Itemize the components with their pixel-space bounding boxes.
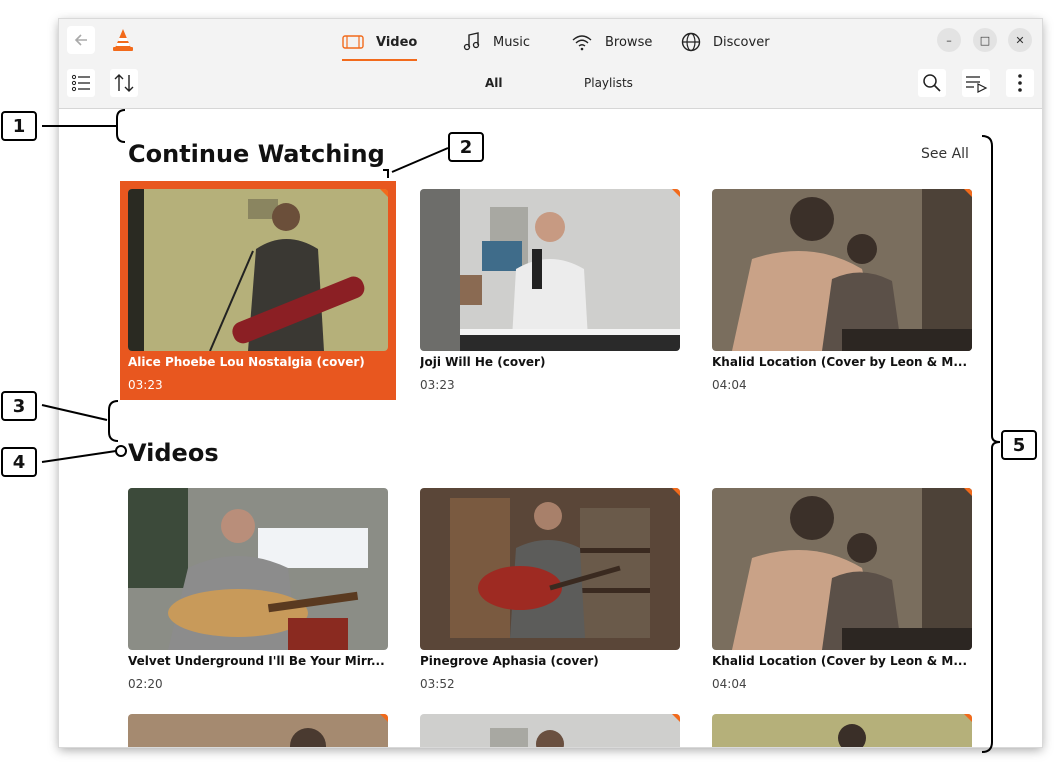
close-button[interactable]: ✕ bbox=[1008, 28, 1032, 52]
continue-watching-card[interactable]: Khalid Location (Cover by Leon & M... 04… bbox=[712, 189, 972, 399]
video-thumbnail[interactable] bbox=[128, 488, 388, 650]
video-thumbnail[interactable] bbox=[420, 488, 680, 650]
see-all-link[interactable]: See All bbox=[921, 146, 969, 162]
callout-3: 3 bbox=[1, 391, 37, 421]
tab-music[interactable]: Music bbox=[463, 25, 530, 59]
sort-button[interactable] bbox=[110, 69, 138, 97]
video-duration: 04:04 bbox=[712, 677, 747, 691]
video-card[interactable]: Velvet Underground I'll Be Your Mirr... … bbox=[128, 488, 388, 698]
back-arrow-icon bbox=[74, 34, 87, 46]
new-indicator bbox=[964, 488, 972, 496]
video-duration: 03:52 bbox=[420, 677, 455, 691]
videos-section-title: Videos bbox=[128, 439, 219, 467]
search-button[interactable] bbox=[918, 69, 946, 97]
callout-1: 1 bbox=[1, 111, 37, 141]
new-indicator bbox=[672, 488, 680, 496]
continue-watching-card[interactable]: Joji Will He (cover) 03:23 bbox=[420, 189, 680, 399]
music-note-icon bbox=[463, 32, 480, 51]
minimize-button[interactable]: – bbox=[937, 28, 961, 52]
close-icon: ✕ bbox=[1015, 33, 1025, 47]
subtab-playlists[interactable]: Playlists bbox=[584, 76, 633, 90]
video-thumbnail[interactable] bbox=[712, 189, 972, 351]
callout-4: 4 bbox=[1, 447, 37, 477]
tab-browse-label: Browse bbox=[605, 34, 653, 50]
film-icon bbox=[342, 35, 364, 49]
video-thumbnail[interactable] bbox=[128, 189, 388, 351]
maximize-icon: □ bbox=[979, 33, 991, 47]
video-duration: 04:04 bbox=[712, 378, 747, 392]
continue-watching-title: Continue Watching bbox=[128, 140, 385, 168]
new-indicator bbox=[964, 714, 972, 722]
wifi-icon bbox=[572, 35, 592, 51]
video-title: Joji Will He (cover) bbox=[420, 355, 546, 369]
playqueue-icon bbox=[966, 76, 988, 93]
video-card[interactable]: Pinegrove Aphasia (cover) 03:52 bbox=[420, 488, 680, 698]
tab-discover-label: Discover bbox=[713, 34, 770, 50]
vlc-window: Video Music Browse Discover – □ ✕ All Pl… bbox=[59, 19, 1042, 747]
sort-icon bbox=[114, 74, 134, 92]
top-bar: Video Music Browse Discover – □ ✕ All Pl… bbox=[59, 19, 1042, 109]
more-menu-button[interactable] bbox=[1006, 69, 1034, 97]
video-duration: 03:23 bbox=[420, 378, 455, 392]
video-duration: 03:23 bbox=[128, 378, 163, 392]
main-content: Continue Watching See All Alice Phoebe L… bbox=[59, 109, 1042, 747]
callout-2: 2 bbox=[448, 132, 484, 162]
list-view-icon bbox=[71, 74, 90, 92]
search-icon bbox=[923, 74, 941, 92]
video-thumbnail[interactable] bbox=[128, 714, 388, 747]
list-view-button[interactable] bbox=[67, 69, 95, 97]
subtab-all[interactable]: All bbox=[485, 76, 503, 90]
video-thumbnail[interactable] bbox=[420, 189, 680, 351]
maximize-button[interactable]: □ bbox=[973, 28, 997, 52]
new-indicator bbox=[672, 714, 680, 722]
new-indicator bbox=[964, 189, 972, 197]
video-title: Khalid Location (Cover by Leon & M... bbox=[712, 654, 968, 668]
new-indicator bbox=[380, 714, 388, 722]
back-button[interactable] bbox=[67, 26, 95, 54]
video-title: Khalid Location (Cover by Leon & M... bbox=[712, 355, 968, 369]
minimize-icon: – bbox=[946, 33, 952, 47]
new-indicator bbox=[672, 189, 680, 197]
tab-discover[interactable]: Discover bbox=[681, 25, 770, 59]
kebab-menu-icon bbox=[1018, 74, 1022, 92]
video-thumbnail[interactable] bbox=[712, 714, 972, 747]
globe-icon bbox=[681, 32, 701, 52]
video-duration: 02:20 bbox=[128, 677, 163, 691]
callout-5: 5 bbox=[1001, 430, 1037, 460]
tab-video[interactable]: Video bbox=[342, 25, 418, 61]
playqueue-button[interactable] bbox=[962, 69, 990, 97]
video-title: Velvet Underground I'll Be Your Mirr... bbox=[128, 654, 385, 668]
tab-video-label: Video bbox=[376, 34, 418, 50]
video-title: Alice Phoebe Lou Nostalgia (cover) bbox=[128, 355, 365, 369]
video-thumbnail[interactable] bbox=[420, 714, 680, 747]
continue-watching-card[interactable]: Alice Phoebe Lou Nostalgia (cover) 03:23 bbox=[120, 181, 396, 400]
video-thumbnail[interactable] bbox=[712, 488, 972, 650]
video-card[interactable]: Khalid Location (Cover by Leon & M... 04… bbox=[712, 488, 972, 698]
video-title: Pinegrove Aphasia (cover) bbox=[420, 654, 599, 668]
tab-browse[interactable]: Browse bbox=[571, 25, 652, 59]
new-indicator bbox=[380, 189, 388, 197]
vlc-cone-icon bbox=[113, 29, 133, 51]
active-tab-indicator bbox=[342, 59, 418, 61]
tab-music-label: Music bbox=[493, 34, 530, 50]
